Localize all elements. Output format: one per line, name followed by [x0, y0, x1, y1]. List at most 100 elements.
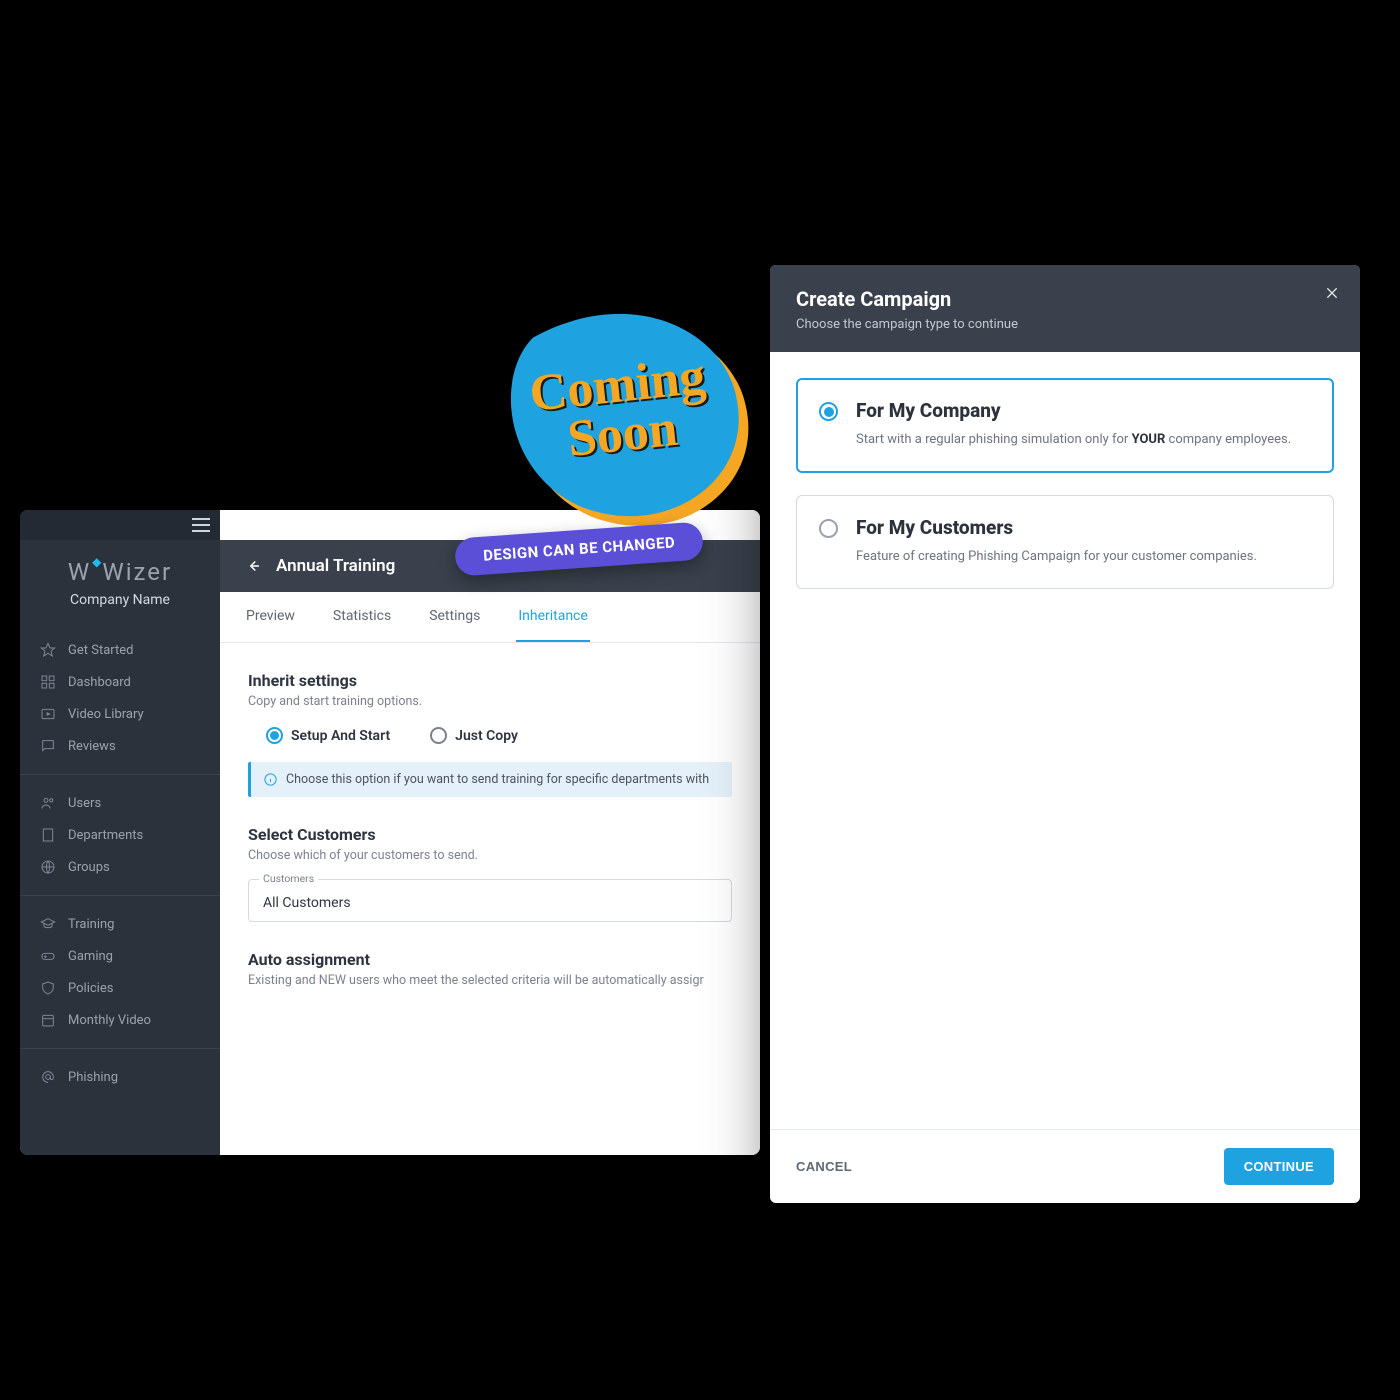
auto-assignment-subtitle: Existing and NEW users who meet the sele… — [248, 973, 732, 988]
sidebar-item-get-started[interactable]: Get Started — [20, 634, 220, 666]
sidebar-item-label: Users — [68, 796, 101, 811]
content: Inherit settings Copy and start training… — [220, 643, 760, 1155]
brand-logo: W◆Wizer — [68, 558, 172, 586]
radio-dot-icon — [430, 727, 447, 744]
nav-group: Get Started Dashboard Video Library Revi… — [20, 626, 220, 770]
select-label: Customers — [259, 872, 318, 885]
option-desc-post: company employees. — [1165, 432, 1291, 447]
main: Annual Training Preview Statistics Setti… — [220, 510, 760, 1155]
option-title: For My Company — [856, 399, 1291, 422]
info-banner: Choose this option if you want to send t… — [248, 762, 732, 797]
modal-body: For My Company Start with a regular phis… — [770, 352, 1360, 1129]
sidebar-item-label: Training — [68, 917, 114, 932]
info-text: Choose this option if you want to send t… — [286, 772, 709, 787]
tab-statistics[interactable]: Statistics — [331, 592, 393, 642]
sidebar-item-label: Monthly Video — [68, 1013, 151, 1028]
modal-subtitle: Choose the campaign type to continue — [796, 317, 1334, 332]
info-icon — [263, 772, 278, 787]
shield-icon — [40, 980, 56, 996]
chat-icon — [40, 738, 56, 754]
sidebar-item-label: Get Started — [68, 643, 133, 658]
sidebar-item-departments[interactable]: Departments — [20, 819, 220, 851]
close-icon[interactable] — [1324, 285, 1340, 301]
nav-divider — [20, 774, 220, 775]
customers-select[interactable]: Customers All Customers — [248, 879, 732, 922]
sidebar-item-users[interactable]: Users — [20, 787, 220, 819]
option-desc-bold: YOUR — [1132, 432, 1166, 447]
option-desc-pre: Start with a regular phishing simulation… — [856, 432, 1132, 447]
radio-dot-icon — [266, 727, 283, 744]
sidebar-item-label: Phishing — [68, 1070, 118, 1085]
auto-assignment-title: Auto assignment — [248, 950, 732, 969]
create-campaign-modal: Create Campaign Choose the campaign type… — [770, 265, 1360, 1203]
company-name: Company Name — [20, 592, 220, 626]
inherit-title: Inherit settings — [248, 671, 732, 690]
option-title: For My Customers — [856, 516, 1257, 539]
option-for-my-company[interactable]: For My Company Start with a regular phis… — [796, 378, 1334, 473]
gamepad-icon — [40, 948, 56, 964]
users-icon — [40, 795, 56, 811]
sidebar-item-training[interactable]: Training — [20, 908, 220, 940]
app-window: W◆Wizer Company Name Get Started Dashboa… — [20, 510, 760, 1155]
sidebar-item-gaming[interactable]: Gaming — [20, 940, 220, 972]
tab-settings[interactable]: Settings — [427, 592, 482, 642]
sidebar-item-dashboard[interactable]: Dashboard — [20, 666, 220, 698]
graduation-icon — [40, 916, 56, 932]
radio-dot-icon — [819, 402, 838, 421]
select-customers-title: Select Customers — [248, 825, 732, 844]
sidebar-item-label: Departments — [68, 828, 143, 843]
nav-group: Phishing — [20, 1053, 220, 1101]
grid-icon — [40, 674, 56, 690]
select-customers-subtitle: Choose which of your customers to send. — [248, 848, 732, 863]
sidebar-item-label: Policies — [68, 981, 113, 996]
option-desc: Start with a regular phishing simulation… — [856, 430, 1291, 450]
auto-assignment-section: Auto assignment Existing and NEW users w… — [248, 950, 732, 988]
sidebar-item-groups[interactable]: Groups — [20, 851, 220, 883]
sidebar-item-reviews[interactable]: Reviews — [20, 730, 220, 762]
page-title: Annual Training — [276, 556, 395, 576]
sidebar-item-video-library[interactable]: Video Library — [20, 698, 220, 730]
calendar-icon — [40, 1012, 56, 1028]
modal-footer: CANCEL CONTINUE — [770, 1129, 1360, 1203]
continue-button[interactable]: CONTINUE — [1224, 1148, 1334, 1185]
nav-group: Training Gaming Policies Monthly Video — [20, 900, 220, 1044]
option-desc: Feature of creating Phishing Campaign fo… — [856, 547, 1257, 567]
cancel-button[interactable]: CANCEL — [796, 1159, 852, 1174]
sidebar-item-phishing[interactable]: Phishing — [20, 1061, 220, 1093]
coming-soon-badge: Coming Soon — [475, 285, 765, 545]
sidebar-topbar — [20, 510, 220, 540]
star-icon — [40, 642, 56, 658]
nav-divider — [20, 1048, 220, 1049]
hamburger-icon[interactable] — [192, 518, 210, 532]
inherit-subtitle: Copy and start training options. — [248, 694, 732, 709]
sidebar-item-label: Reviews — [68, 739, 116, 754]
nav-group: Users Departments Groups — [20, 779, 220, 891]
sidebar-item-label: Gaming — [68, 949, 113, 964]
brand-dot-icon: ◆ — [92, 555, 103, 569]
building-icon — [40, 827, 56, 843]
sidebar-item-label: Groups — [68, 860, 110, 875]
option-for-my-customers[interactable]: For My Customers Feature of creating Phi… — [796, 495, 1334, 590]
sidebar-item-policies[interactable]: Policies — [20, 972, 220, 1004]
select-customers-section: Select Customers Choose which of your cu… — [248, 825, 732, 922]
tab-preview[interactable]: Preview — [244, 592, 297, 642]
modal-title: Create Campaign — [796, 287, 1334, 311]
radio-setup-and-start[interactable]: Setup And Start — [266, 727, 390, 744]
brand: W◆Wizer — [20, 540, 220, 592]
coming-soon-text: Coming Soon — [527, 351, 713, 468]
play-icon — [40, 706, 56, 722]
radio-label: Setup And Start — [291, 728, 390, 744]
globe-icon — [40, 859, 56, 875]
tab-inheritance[interactable]: Inheritance — [516, 592, 590, 642]
tabs: Preview Statistics Settings Inheritance — [220, 592, 760, 643]
brand-text: Wizer — [102, 558, 172, 586]
sidebar-item-label: Dashboard — [68, 675, 131, 690]
nav-divider — [20, 895, 220, 896]
radio-just-copy[interactable]: Just Copy — [430, 727, 518, 744]
sidebar-item-monthly-video[interactable]: Monthly Video — [20, 1004, 220, 1036]
sidebar-item-label: Video Library — [68, 707, 144, 722]
radio-label: Just Copy — [455, 728, 518, 744]
select-value: All Customers — [263, 895, 351, 911]
inherit-options: Setup And Start Just Copy — [266, 727, 732, 744]
back-arrow-icon[interactable] — [244, 557, 262, 575]
